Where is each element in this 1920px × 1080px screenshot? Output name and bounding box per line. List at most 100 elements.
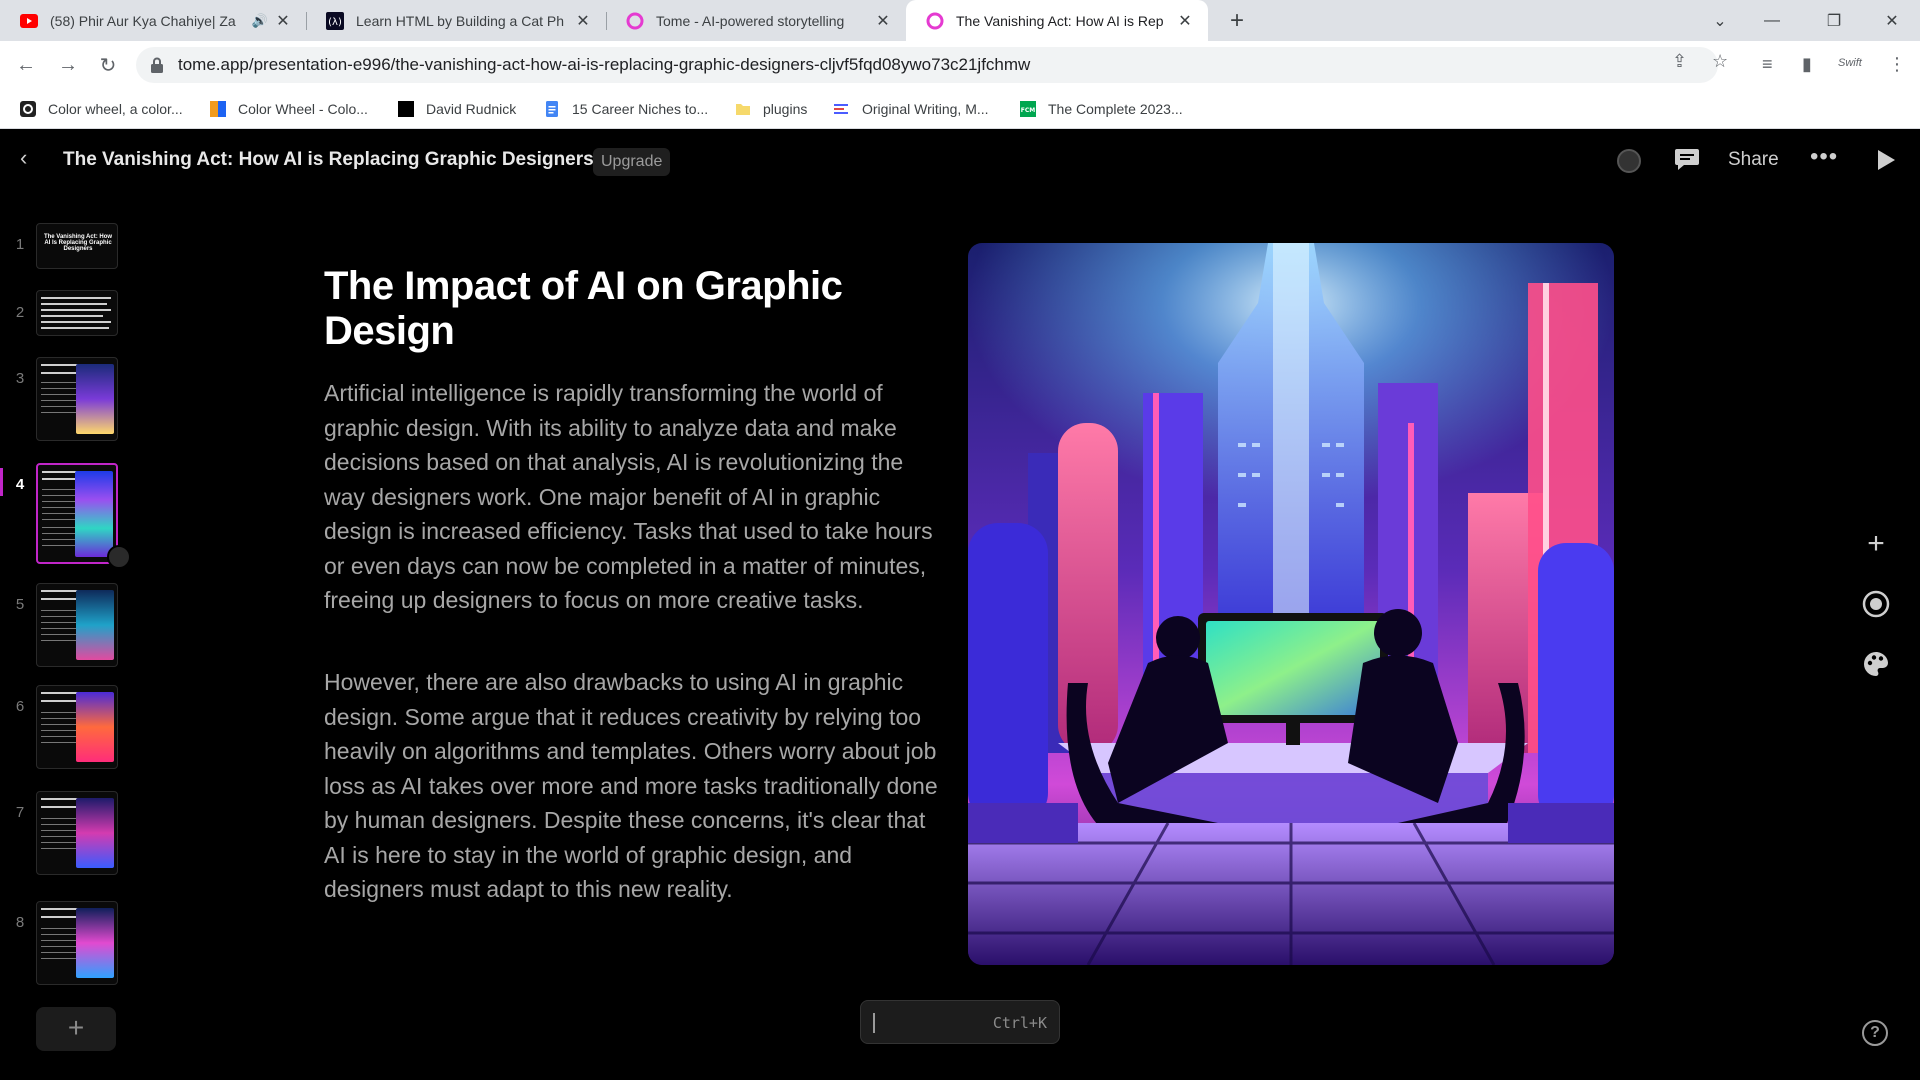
bookmark-item[interactable]: 15 Career Niches to... <box>544 97 708 121</box>
thumbnail-image <box>75 471 113 557</box>
close-window-icon[interactable]: ✕ <box>1866 0 1918 41</box>
bookmark-star-icon[interactable]: ☆ <box>1712 51 1728 72</box>
add-tile-icon[interactable]: + <box>1860 527 1892 560</box>
theme-palette-icon[interactable] <box>1860 648 1892 680</box>
slide-thumbnail-3[interactable] <box>36 357 118 441</box>
slide-thumbnail-2[interactable] <box>36 290 118 336</box>
tab-title: The Vanishing Act: How AI is Rep <box>956 12 1164 29</box>
presentation-title[interactable]: The Vanishing Act: How AI is Replacing G… <box>63 149 594 171</box>
slide-number: 2 <box>15 304 25 321</box>
youtube-icon <box>20 12 38 30</box>
help-icon[interactable]: ? <box>1862 1020 1888 1046</box>
slide-number: 3 <box>15 370 25 387</box>
close-tab-icon[interactable]: ✕ <box>574 11 592 31</box>
slide-heading[interactable]: The Impact of AI on Graphic Design <box>324 264 924 354</box>
add-slide-button[interactable]: + <box>36 1007 116 1051</box>
text-caret <box>873 1013 875 1033</box>
reading-list-icon[interactable]: ≡ <box>1762 54 1773 75</box>
back-chevron-icon[interactable]: ‹ <box>20 145 27 171</box>
google-docs-icon <box>546 101 558 117</box>
reload-icon[interactable]: ↻ <box>92 49 124 81</box>
close-tab-icon[interactable]: ✕ <box>1176 11 1194 31</box>
comment-icon[interactable] <box>1674 147 1700 171</box>
slide-number: 5 <box>15 596 25 613</box>
tab-title: Learn HTML by Building a Cat Ph <box>356 12 565 29</box>
slide-thumbnail-1[interactable]: The Vanishing Act: How AI Is Replacing G… <box>36 223 118 269</box>
user-avatar[interactable] <box>1617 149 1641 173</box>
neon-city-illustration <box>968 243 1614 965</box>
tome-icon <box>626 12 644 30</box>
color-wheel-icon <box>20 101 36 117</box>
minimize-window-icon[interactable]: — <box>1746 0 1798 41</box>
slide-hero-image[interactable] <box>968 243 1614 965</box>
more-options-icon[interactable]: ••• <box>1810 143 1838 171</box>
canva-icon <box>210 101 226 117</box>
thumbnail-image <box>76 908 114 978</box>
browser-tab-active[interactable]: The Vanishing Act: How AI is Rep ✕ <box>906 0 1208 41</box>
browser-menu-icon[interactable]: ⋮ <box>1888 54 1906 75</box>
bookmark-item[interactable]: Color Wheel - Colo... <box>210 97 368 121</box>
upgrade-button[interactable]: Upgrade <box>593 148 671 176</box>
extension-signature-icon[interactable]: Swift <box>1838 57 1862 69</box>
svg-text:(λ): (λ) <box>328 17 342 28</box>
bookmark-item[interactable]: plugins <box>735 97 807 121</box>
bookmark-item[interactable]: Original Writing, M... <box>834 97 989 121</box>
command-shortcut-hint: Ctrl+K <box>992 1014 1047 1032</box>
bookmarks-bar: Color wheel, a color... Color Wheel - Co… <box>0 89 1920 129</box>
thumbnail-title: The Vanishing Act: How AI Is Replacing G… <box>43 234 113 252</box>
slide-thumbnail-6[interactable] <box>36 685 118 769</box>
maximize-window-icon[interactable]: ❐ <box>1808 0 1860 41</box>
command-bar[interactable]: Ctrl+K <box>860 1000 1060 1044</box>
slide-number: 1 <box>15 236 25 253</box>
share-page-icon[interactable]: ⇪ <box>1672 51 1687 72</box>
slide-thumbnail-8[interactable] <box>36 901 118 985</box>
black-square-icon <box>398 101 414 117</box>
fcm-icon: FCM <box>1020 101 1036 117</box>
thumbnail-image <box>76 798 114 868</box>
lines-icon <box>834 104 848 114</box>
thumbnail-image <box>76 364 114 434</box>
share-button[interactable]: Share <box>1728 149 1779 171</box>
back-arrow-icon[interactable]: ← <box>10 49 42 81</box>
browser-tab-freecodecamp[interactable]: (λ) Learn HTML by Building a Cat Ph ✕ <box>306 0 606 41</box>
side-panel-icon[interactable]: ▮ <box>1802 54 1812 75</box>
record-icon[interactable] <box>1860 588 1892 620</box>
active-slide-indicator <box>0 468 3 496</box>
close-tab-icon[interactable]: ✕ <box>274 11 292 31</box>
tab-title: (58) Phir Aur Kya Chahiye| Za <box>50 12 236 29</box>
slide-number-active: 4 <box>15 476 25 493</box>
slide-thumbnail-4[interactable] <box>36 463 118 564</box>
browser-tab-strip: (58) Phir Aur Kya Chahiye| Za 🔊 ✕ (λ) Le… <box>0 0 1920 41</box>
bookmark-item[interactable]: FCM The Complete 2023... <box>1020 97 1183 121</box>
new-tab-button[interactable]: + <box>1222 6 1252 36</box>
svg-text:FCM: FCM <box>1021 107 1036 114</box>
address-bar[interactable]: tome.app/presentation-e996/the-vanishing… <box>136 47 1718 83</box>
folder-icon <box>736 104 750 115</box>
slide-paragraph[interactable]: However, there are also drawbacks to usi… <box>324 665 944 907</box>
url-text: tome.app/presentation-e996/the-vanishing… <box>178 55 1031 74</box>
bookmark-item[interactable]: David Rudnick <box>398 97 516 121</box>
browser-toolbar: ← → ↻ tome.app/presentation-e996/the-van… <box>0 41 1920 89</box>
slide-number: 6 <box>15 698 25 715</box>
tome-editor: ‹ The Vanishing Act: How AI is Replacing… <box>0 129 1920 1080</box>
tab-title: Tome - AI-powered storytelling <box>656 12 845 29</box>
tome-icon <box>926 12 944 30</box>
tab-search-icon[interactable]: ⌄ <box>1694 0 1746 41</box>
slide-number: 7 <box>15 804 25 821</box>
bookmark-item[interactable]: Color wheel, a color... <box>20 97 183 121</box>
lock-icon <box>151 57 163 73</box>
slide-paragraph[interactable]: Artificial intelligence is rapidly trans… <box>324 376 944 618</box>
freecodecamp-icon: (λ) <box>326 11 344 30</box>
close-tab-icon[interactable]: ✕ <box>874 11 892 31</box>
slide-thumbnail-5[interactable] <box>36 583 118 667</box>
present-play-icon[interactable] <box>1876 149 1896 171</box>
audio-playing-icon[interactable]: 🔊 <box>252 13 268 29</box>
slide-thumbnail-7[interactable] <box>36 791 118 875</box>
thumbnail-image <box>76 590 114 660</box>
forward-arrow-icon[interactable]: → <box>52 49 84 81</box>
browser-tab-tome[interactable]: Tome - AI-powered storytelling ✕ <box>606 0 906 41</box>
browser-tab-youtube[interactable]: (58) Phir Aur Kya Chahiye| Za 🔊 ✕ <box>0 0 306 41</box>
thumbnail-image <box>76 692 114 762</box>
slide-number: 8 <box>15 914 25 931</box>
collaborator-avatar <box>107 545 131 569</box>
